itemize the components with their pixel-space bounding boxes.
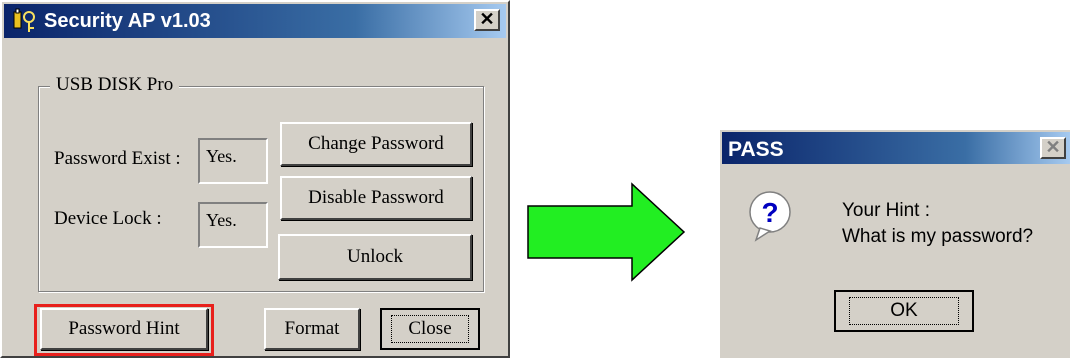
password-exist-label: Password Exist : xyxy=(54,148,181,169)
window-title: Security AP v1.03 xyxy=(44,10,211,32)
arrow-right-icon xyxy=(527,182,686,282)
password-hint-button[interactable]: Password Hint xyxy=(40,308,208,350)
hint-line-1: Your Hint : xyxy=(842,200,931,221)
password-exist-field: Yes. xyxy=(198,138,268,184)
format-button[interactable]: Format xyxy=(264,308,360,350)
dialog-title: PASS xyxy=(728,138,784,161)
dialog-close-icon[interactable]: ✕ xyxy=(1040,137,1066,159)
close-button-label: Close xyxy=(391,315,469,343)
question-icon: ? xyxy=(749,191,791,242)
unlock-button[interactable]: Unlock xyxy=(278,234,472,280)
device-lock-field: Yes. xyxy=(198,202,268,248)
hint-line-2: What is my password? xyxy=(842,226,1034,247)
pass-dialog: PASS ✕ ? Your Hint : What is my password… xyxy=(718,128,1070,358)
security-ap-window: Security AP v1.03 ✕ USB DISK Pro Passwor… xyxy=(0,0,510,358)
disable-password-button[interactable]: Disable Password xyxy=(280,176,472,220)
pass-dialog-titlebar[interactable]: PASS ✕ xyxy=(722,132,1070,164)
device-lock-label: Device Lock : xyxy=(54,208,162,229)
ok-button-label: OK xyxy=(849,297,959,325)
close-icon[interactable]: ✕ xyxy=(474,9,500,31)
groupbox-title: USB DISK Pro xyxy=(50,74,180,96)
change-password-button[interactable]: Change Password xyxy=(280,122,472,166)
usb-key-icon xyxy=(13,8,35,32)
ok-button[interactable]: OK xyxy=(834,290,974,332)
svg-text:?: ? xyxy=(761,197,778,228)
close-button[interactable]: Close xyxy=(380,308,480,350)
security-ap-titlebar[interactable]: Security AP v1.03 ✕ xyxy=(4,4,506,38)
